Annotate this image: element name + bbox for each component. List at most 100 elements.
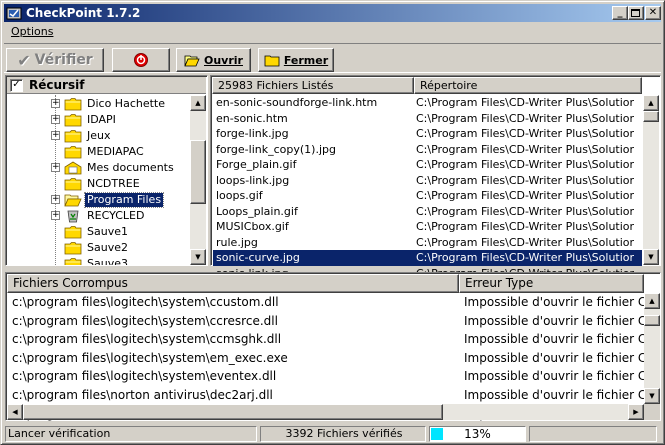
- arrow-up-icon: ▲: [195, 99, 201, 107]
- file-directory: C:\Program Files\CD-Writer Plus\Solution…: [416, 220, 634, 233]
- tree-item-label: Dico Hachette: [87, 97, 165, 110]
- expand-icon[interactable]: +: [51, 163, 60, 172]
- file-name: loops.gif: [216, 189, 263, 202]
- file-row[interactable]: loops.gif C:\Program Files\CD-Writer Plus…: [213, 188, 642, 204]
- tree-item[interactable]: + Mes documents: [8, 160, 190, 176]
- error-row[interactable]: c:\program files\logitech\system\ccmsghk…: [8, 330, 644, 349]
- file-directory: C:\Program Files\CD-Writer Plus\Solution…: [416, 173, 634, 187]
- stop-button[interactable]: [112, 48, 170, 72]
- column-header-files[interactable]: 25983 Fichiers Listés: [212, 77, 414, 94]
- close-file-label: Fermer: [283, 53, 329, 67]
- tree-item[interactable]: Sauve3: [8, 256, 190, 265]
- file-name: MUSICbox.gif: [216, 220, 289, 233]
- error-row[interactable]: c:\program files\logitech\system\em_exec…: [8, 349, 644, 368]
- menu-bar: Options: [4, 23, 661, 41]
- scroll-up-button[interactable]: ▲: [190, 95, 206, 111]
- scroll-thumb[interactable]: [190, 140, 206, 204]
- open-button[interactable]: Ouvrir: [176, 48, 251, 72]
- error-type: Impossible d'ouvrir le fichier C:...: [464, 388, 644, 402]
- file-row[interactable]: en-sonic-soundforge-link.htm C:\Program F…: [213, 95, 642, 111]
- close-icon: ✕: [648, 7, 658, 18]
- file-row[interactable]: sonic-curve.jpg C:\Program Files\CD-Write…: [213, 250, 642, 266]
- tree-item[interactable]: + Jeux: [8, 128, 190, 144]
- error-type: Impossible d'ouvrir le fichier C:...: [464, 313, 644, 328]
- tree-item[interactable]: + Program Files: [8, 192, 190, 208]
- status-action-text: Lancer vérification: [8, 427, 111, 440]
- menu-options[interactable]: Options: [4, 25, 60, 38]
- arrow-down-icon: ▼: [649, 392, 655, 400]
- tree-item-label: Jeux: [87, 129, 111, 142]
- file-name: sonic-curve.jpg: [216, 251, 300, 264]
- close-button[interactable]: ✕: [645, 6, 661, 20]
- error-row[interactable]: c:\program files\logitech\system\ccustom…: [8, 293, 644, 312]
- file-name: rule.jpg: [216, 235, 258, 249]
- minimize-button[interactable]: _: [612, 6, 628, 20]
- files-scrollbar[interactable]: ▲ ▼: [643, 95, 659, 265]
- status-action: Lancer vérification: [5, 426, 257, 442]
- corrupted-file-path: c:\program files\logitech\system\ccustom…: [12, 295, 279, 309]
- tree-item-label: Mes documents: [87, 161, 174, 174]
- column-header-corrupted[interactable]: Fichiers Corrompus: [7, 274, 459, 293]
- file-row[interactable]: rule.jpg C:\Program Files\CD-Writer Plus\…: [213, 235, 642, 251]
- tree-item[interactable]: MEDIAPAC: [8, 144, 190, 160]
- error-row[interactable]: c:\program files\logitech\system\eventex…: [8, 367, 644, 386]
- title-bar[interactable]: CheckPoint 1.7.2 _ ✕: [4, 4, 661, 22]
- file-list-panel: 25983 Fichiers Listés Répertoire en-soni…: [210, 75, 661, 280]
- file-name: en-sonic-soundforge-link.htm: [216, 96, 378, 109]
- scroll-down-button[interactable]: ▼: [190, 249, 206, 265]
- scroll-thumb[interactable]: [644, 315, 660, 326]
- corrupted-file-path: c:\program files\logitech\system\em_exec…: [12, 350, 288, 365]
- column-header-error-type[interactable]: Erreur Type: [459, 274, 644, 293]
- arrow-up-icon: ▲: [648, 99, 654, 107]
- file-row[interactable]: forge-link_copy(1).jpg C:\Program Files\C…: [213, 142, 642, 158]
- tree-item-label: Sauve2: [87, 241, 128, 254]
- tree-item[interactable]: + Dico Hachette: [8, 96, 190, 112]
- recursive-checkbox[interactable]: ✓: [10, 78, 23, 92]
- scroll-right-button[interactable]: ▶: [628, 404, 644, 420]
- expand-icon[interactable]: +: [51, 115, 60, 124]
- scroll-thumb[interactable]: [643, 111, 659, 122]
- file-row[interactable]: forge-link.jpg C:\Program Files\CD-Writer…: [213, 126, 642, 142]
- error-row[interactable]: c:\program files\logitech\system\ccresrc…: [8, 312, 644, 331]
- tree-item-label: RECYCLED: [87, 209, 145, 222]
- expand-icon[interactable]: +: [51, 131, 60, 140]
- expand-icon[interactable]: +: [51, 211, 60, 220]
- close-file-button[interactable]: Fermer: [258, 48, 334, 72]
- checkmark-icon: ✔: [17, 50, 31, 70]
- errors-hscrollbar[interactable]: ◀ ▶: [7, 404, 644, 420]
- tree-scrollbar[interactable]: ▲ ▼: [190, 95, 206, 265]
- scroll-up-button[interactable]: ▲: [644, 293, 660, 309]
- column-header-files-label: 25983 Fichiers Listés: [218, 79, 334, 92]
- tree-item[interactable]: Sauve2: [8, 240, 190, 256]
- error-row[interactable]: c:\program files\norton antivirus\dec2ar…: [8, 386, 644, 405]
- column-header-directory-label: Répertoire: [420, 79, 478, 92]
- file-row[interactable]: en-sonic.htm C:\Program Files\CD-Writer P…: [213, 111, 642, 127]
- scroll-down-button[interactable]: ▼: [643, 249, 659, 265]
- open-folder-icon: [64, 193, 82, 207]
- corrupted-files-panel: Fichiers Corrompus Erreur Type c:\progra…: [5, 272, 661, 421]
- scroll-left-button[interactable]: ◀: [7, 404, 23, 420]
- tree-item[interactable]: Sauve1: [8, 224, 190, 240]
- file-name: Loops_plain.gif: [216, 204, 298, 218]
- scroll-up-button[interactable]: ▲: [643, 95, 659, 111]
- tree-item[interactable]: NCDTREE: [8, 176, 190, 192]
- file-row[interactable]: MUSICbox.gif C:\Program Files\CD-Writer P…: [213, 219, 642, 235]
- expand-icon[interactable]: +: [51, 99, 60, 108]
- window-title: CheckPoint 1.7.2: [26, 6, 141, 20]
- verify-button[interactable]: ✔ Vérifier: [6, 48, 104, 72]
- status-count: 3392 Fichiers vérifiés: [260, 426, 426, 442]
- file-row[interactable]: Forge_plain.gif C:\Program Files\CD-Write…: [213, 157, 642, 173]
- maximize-button[interactable]: [628, 6, 644, 20]
- errors-scrollbar[interactable]: ▲ ▼: [644, 293, 660, 404]
- expand-icon[interactable]: +: [51, 195, 60, 204]
- folder-icon: [264, 55, 280, 66]
- file-row[interactable]: Loops_plain.gif C:\Program Files\CD-Write…: [213, 204, 642, 220]
- file-row[interactable]: loops-link.jpg C:\Program Files\CD-Writer…: [213, 173, 642, 189]
- scroll-down-button[interactable]: ▼: [644, 388, 660, 404]
- folder-icon: [64, 241, 82, 255]
- hscroll-thumb[interactable]: [23, 404, 443, 420]
- tree-item-label: NCDTREE: [87, 177, 140, 190]
- tree-item[interactable]: + RECYCLED: [8, 208, 190, 224]
- column-header-directory[interactable]: Répertoire: [414, 77, 642, 94]
- tree-item[interactable]: + IDAPI: [8, 112, 190, 128]
